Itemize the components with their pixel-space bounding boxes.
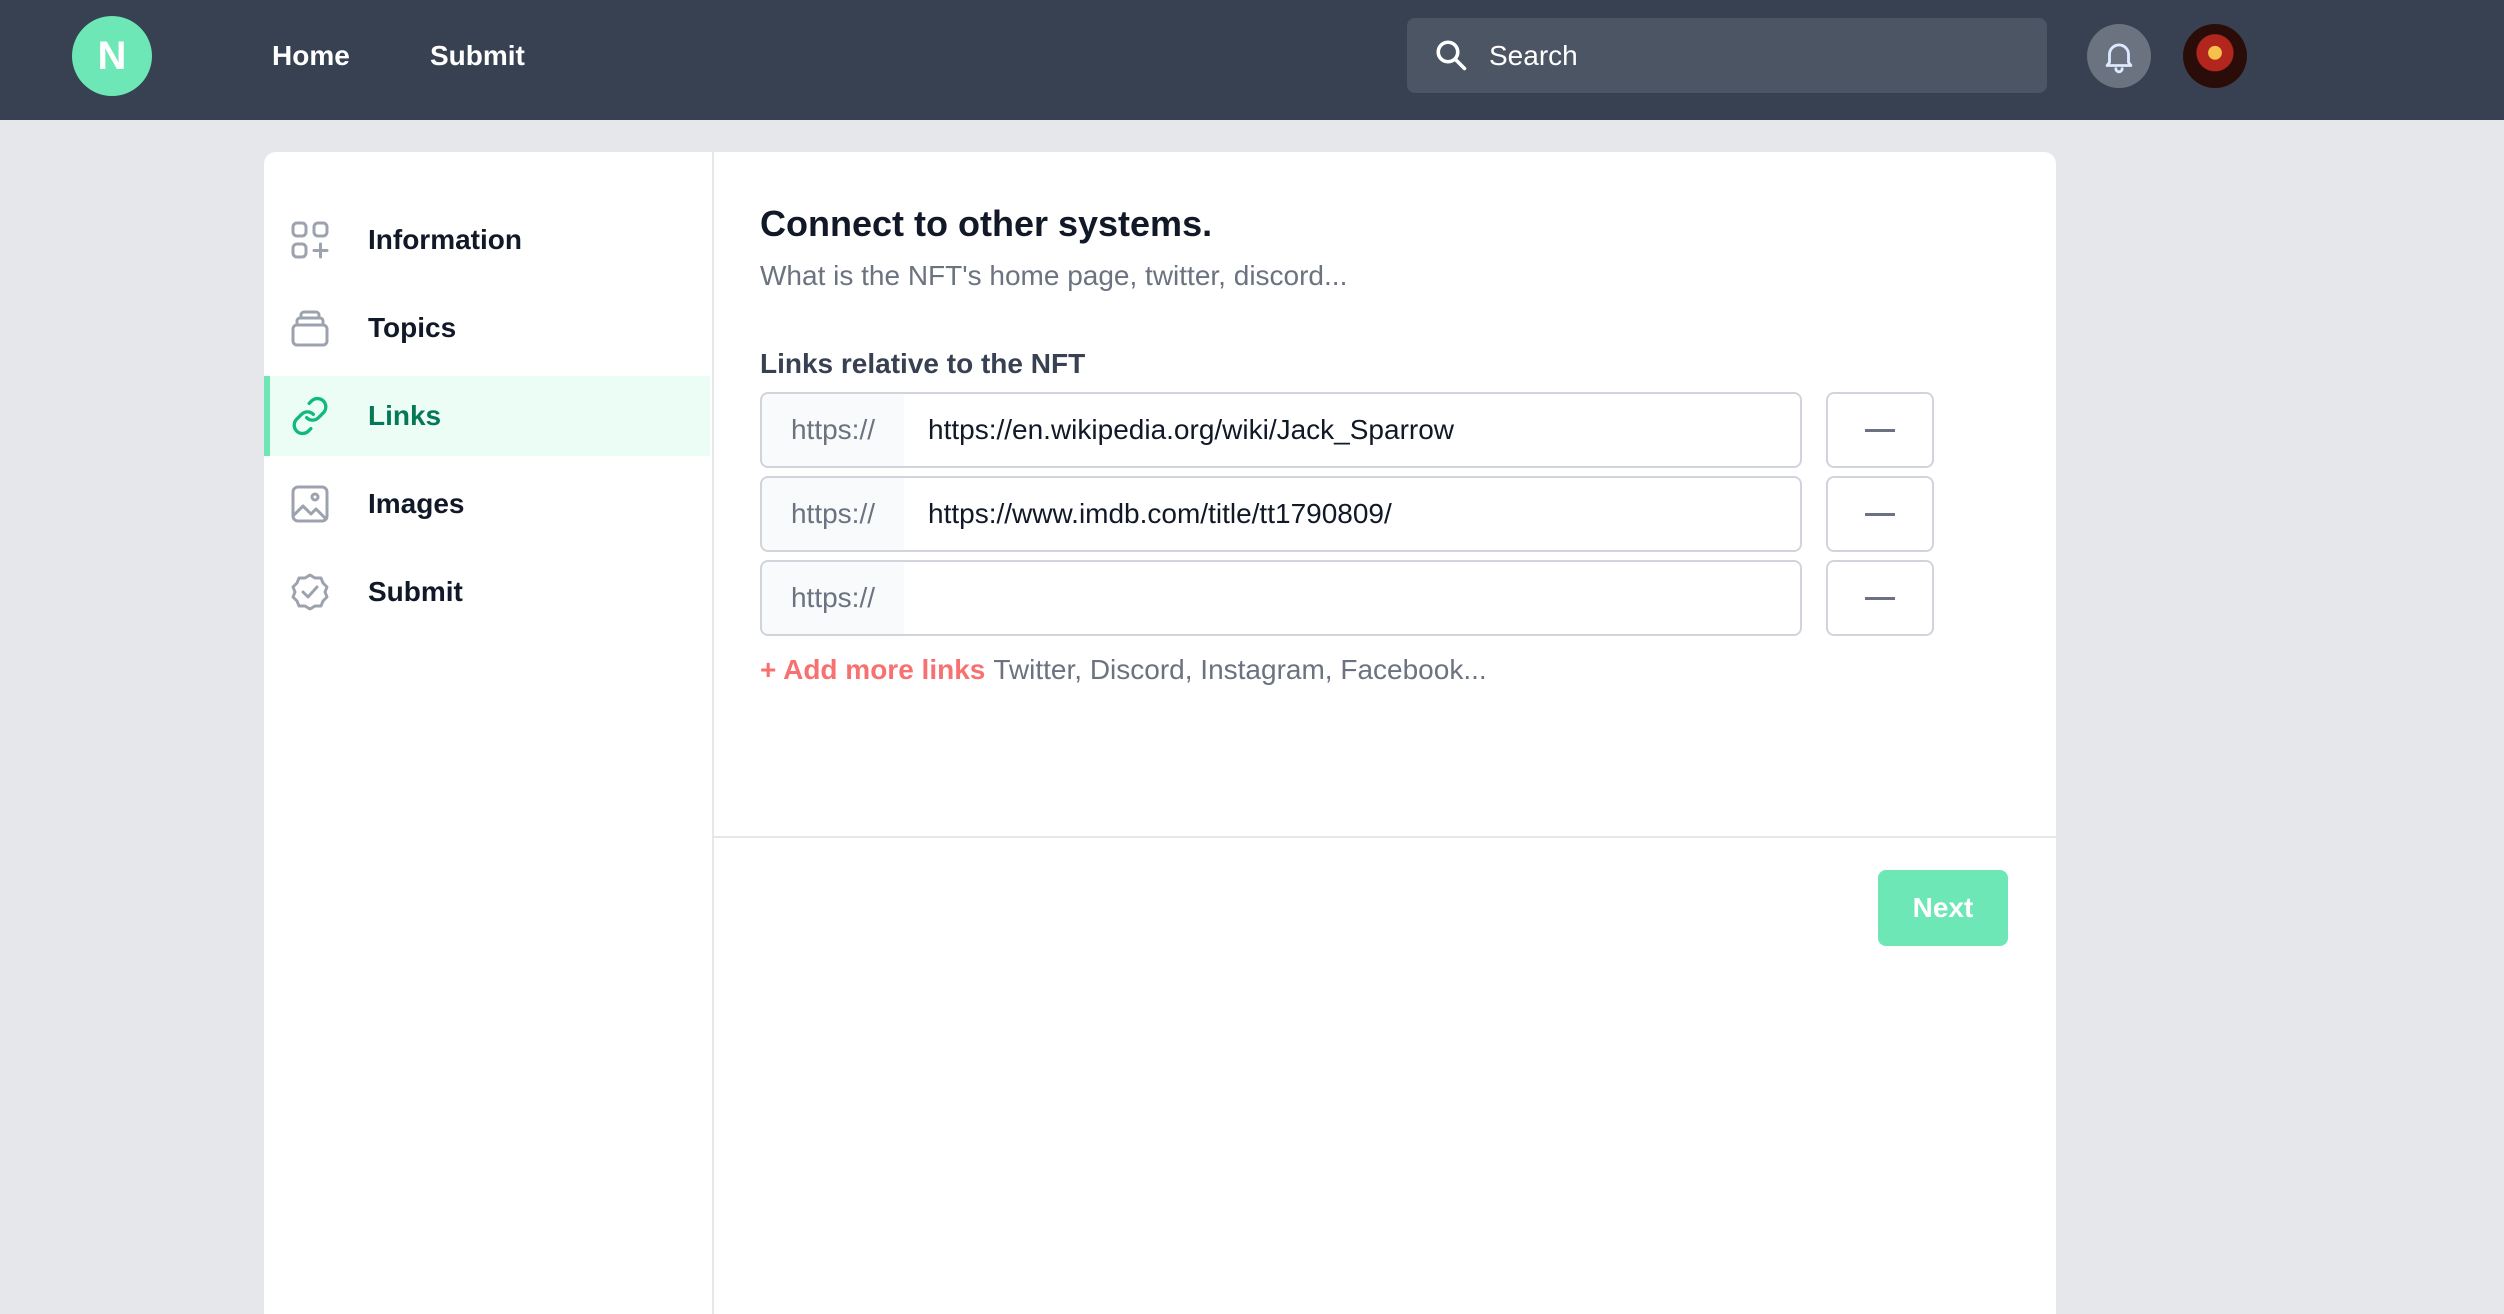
link-row: https:// [760,476,1934,552]
remove-link-button[interactable] [1826,560,1934,636]
check-badge-icon [291,573,329,611]
notifications-button[interactable] [2087,24,2151,88]
nav-submit-link[interactable]: Submit [430,36,525,76]
links-form: Connect to other systems. What is the NF… [712,152,2056,1314]
sidebar-item-label: Information [368,224,522,255]
divider [712,836,2056,838]
page-subtitle: What is the NFT's home page, twitter, di… [760,260,1348,291]
sidebar-item-label: Links [368,400,442,431]
sidebar-item-label: Images [368,488,465,519]
url-prefix: https:// [760,392,906,468]
add-more-links-hint: Twitter, Discord, Instagram, Facebook... [993,654,1487,685]
link-url-input[interactable] [904,476,1802,552]
apps-icon [291,221,329,259]
minus-icon [1865,428,1895,432]
link-row: https:// [760,392,1934,468]
logo[interactable]: N [72,16,152,96]
links-label: Links relative to the NFT [760,348,1086,379]
form-card: Information Topics Links Images Submit C… [264,152,2056,1314]
sidebar-item-submit[interactable]: Submit [264,552,710,632]
search-icon [1436,40,1467,71]
nav-home-link[interactable]: Home [272,36,350,76]
next-button[interactable]: Next [1878,870,2008,946]
avatar[interactable] [2183,24,2247,88]
sidebar-item-topics[interactable]: Topics [264,288,710,368]
url-prefix: https:// [760,476,906,552]
add-more-links: + Add more links Twitter, Discord, Instag… [760,650,1487,690]
sidebar-item-images[interactable]: Images [264,464,710,544]
minus-icon [1865,512,1895,516]
link-url-input[interactable] [904,392,1802,468]
add-more-links-button[interactable]: + Add more links [760,654,985,685]
link-url-input[interactable] [904,560,1802,636]
search-input[interactable]: Search [1489,36,1578,76]
link-icon [292,396,328,436]
search-bar[interactable]: Search [1407,18,2047,93]
sidebar-item-label: Topics [368,312,457,343]
steps-sidebar: Information Topics Links Images Submit [264,152,714,1314]
stack-icon [291,310,329,347]
remove-link-button[interactable] [1826,476,1934,552]
link-row: https:// [760,560,1934,636]
sidebar-item-information[interactable]: Information [264,200,710,280]
url-prefix: https:// [760,560,906,636]
page-title: Connect to other systems. [760,203,1213,244]
sidebar-item-links[interactable]: Links [264,376,710,456]
minus-icon [1865,596,1895,600]
bell-icon [2105,43,2133,74]
top-navbar: N Home Submit Search [0,0,2504,120]
sidebar-item-label: Submit [368,576,463,607]
image-icon [291,485,329,523]
remove-link-button[interactable] [1826,392,1934,468]
